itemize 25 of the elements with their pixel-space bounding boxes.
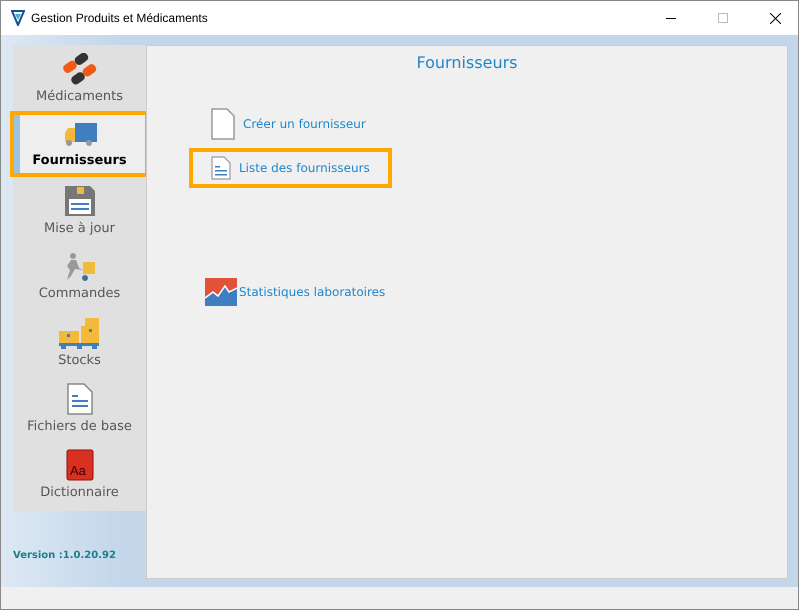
close-icon <box>770 12 780 24</box>
window-title: Gestion Produits et Médicaments <box>31 11 209 25</box>
app-logo-icon <box>11 10 25 26</box>
sidebar-item[interactable]: Mise à jour <box>13 177 146 243</box>
sidebar-item[interactable]: Fichiers de base <box>13 375 146 441</box>
content-title: Fournisseurs <box>416 53 518 72</box>
boxes-icon <box>58 316 100 348</box>
sidebar-item[interactable]: Aa Dictionnaire <box>13 441 146 507</box>
sidebar-item[interactable]: Stocks <box>13 309 146 375</box>
document-icon <box>66 382 92 414</box>
dictionary-icon: Aa <box>66 448 94 480</box>
version-label: Version :1.0.20.92 <box>13 550 117 561</box>
sidebar-item[interactable]: Fournisseurs <box>10 111 149 177</box>
action-link[interactable]: Créer un fournisseur <box>189 100 388 148</box>
sidebar-item[interactable]: Médicaments <box>13 45 146 111</box>
floppy-icon <box>64 184 96 216</box>
maximize-icon <box>718 13 728 23</box>
chart-icon <box>205 278 237 306</box>
document-icon <box>211 156 231 180</box>
file-icon <box>211 108 235 140</box>
truck-icon <box>62 120 96 148</box>
action-link[interactable]: Statistiques laboratoires <box>189 270 408 314</box>
action-link[interactable]: Liste des fournisseurs <box>189 148 392 188</box>
sidebar-item[interactable]: Commandes <box>13 243 146 309</box>
pills-icon <box>62 52 96 84</box>
